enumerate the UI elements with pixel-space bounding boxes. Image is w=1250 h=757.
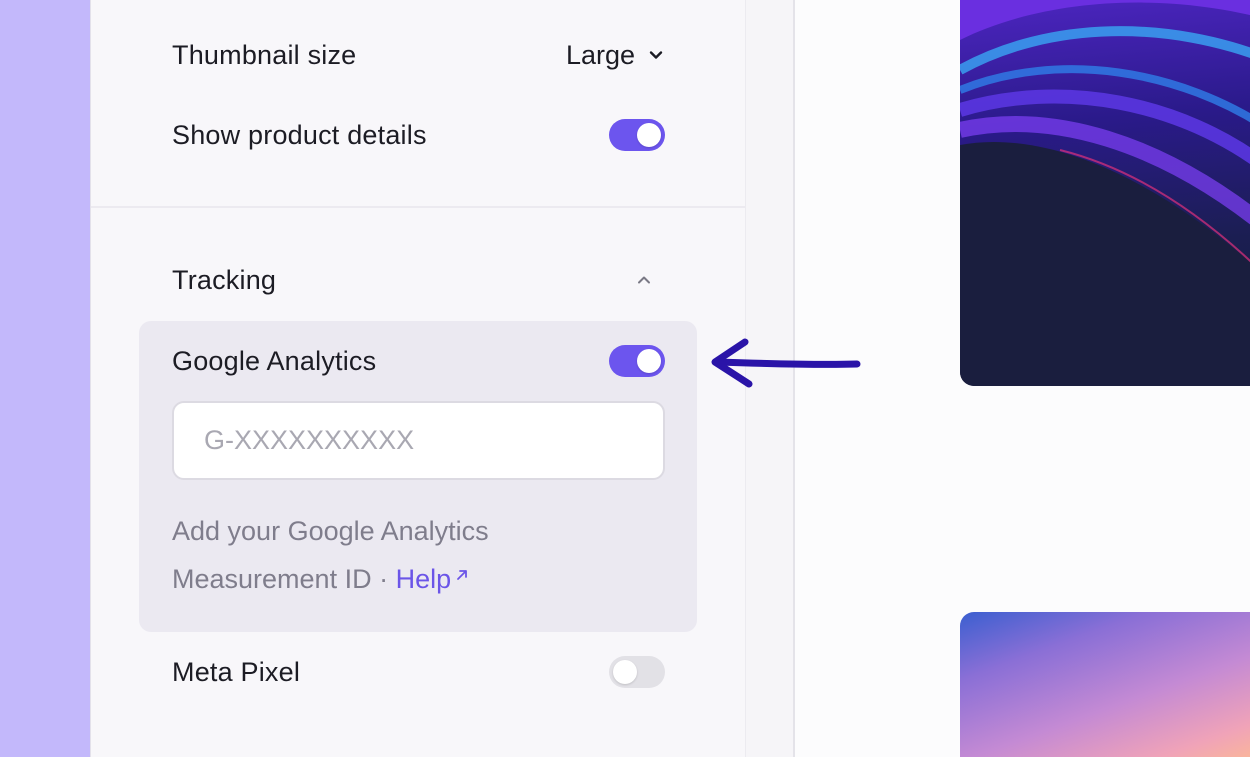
google-analytics-toggle[interactable] [609,345,665,377]
thumbnail-size-row: Thumbnail size Large [172,35,665,75]
chevron-up-icon[interactable] [635,271,653,289]
google-analytics-row: Google Analytics [172,341,665,381]
arrow-left-icon [711,338,861,388]
google-analytics-helper: Add your Google Analytics Measurement ID… [172,507,592,603]
section-divider [91,206,746,208]
thumbnail-size-label: Thumbnail size [172,39,357,70]
meta-pixel-toggle[interactable] [609,656,665,688]
meta-pixel-label: Meta Pixel [172,656,301,687]
abstract-wave-graphic [960,0,1250,386]
toggle-knob [613,660,637,684]
help-link-label: Help [395,564,452,594]
preview-image-top [960,0,1250,386]
left-background-strip [0,0,90,757]
tracking-header[interactable]: Tracking [172,260,665,300]
settings-panel: Thumbnail size Large Show product detail… [90,0,746,757]
google-analytics-label: Google Analytics [172,345,377,376]
thumbnail-size-value: Large [565,39,635,70]
chevron-down-icon [649,51,663,59]
show-product-details-label: Show product details [172,119,427,150]
thumbnail-size-select[interactable]: Large [566,40,665,71]
external-link-icon [457,570,468,580]
toggle-knob [637,349,661,373]
show-product-details-toggle[interactable] [609,119,665,151]
help-link[interactable]: Help [396,564,472,594]
meta-pixel-row: Meta Pixel [172,652,665,692]
show-product-details-row: Show product details [172,115,665,155]
toggle-knob [637,123,661,147]
google-analytics-id-input[interactable] [172,401,665,480]
tracking-section-title: Tracking [172,264,277,295]
preview-image-bottom [960,612,1250,757]
